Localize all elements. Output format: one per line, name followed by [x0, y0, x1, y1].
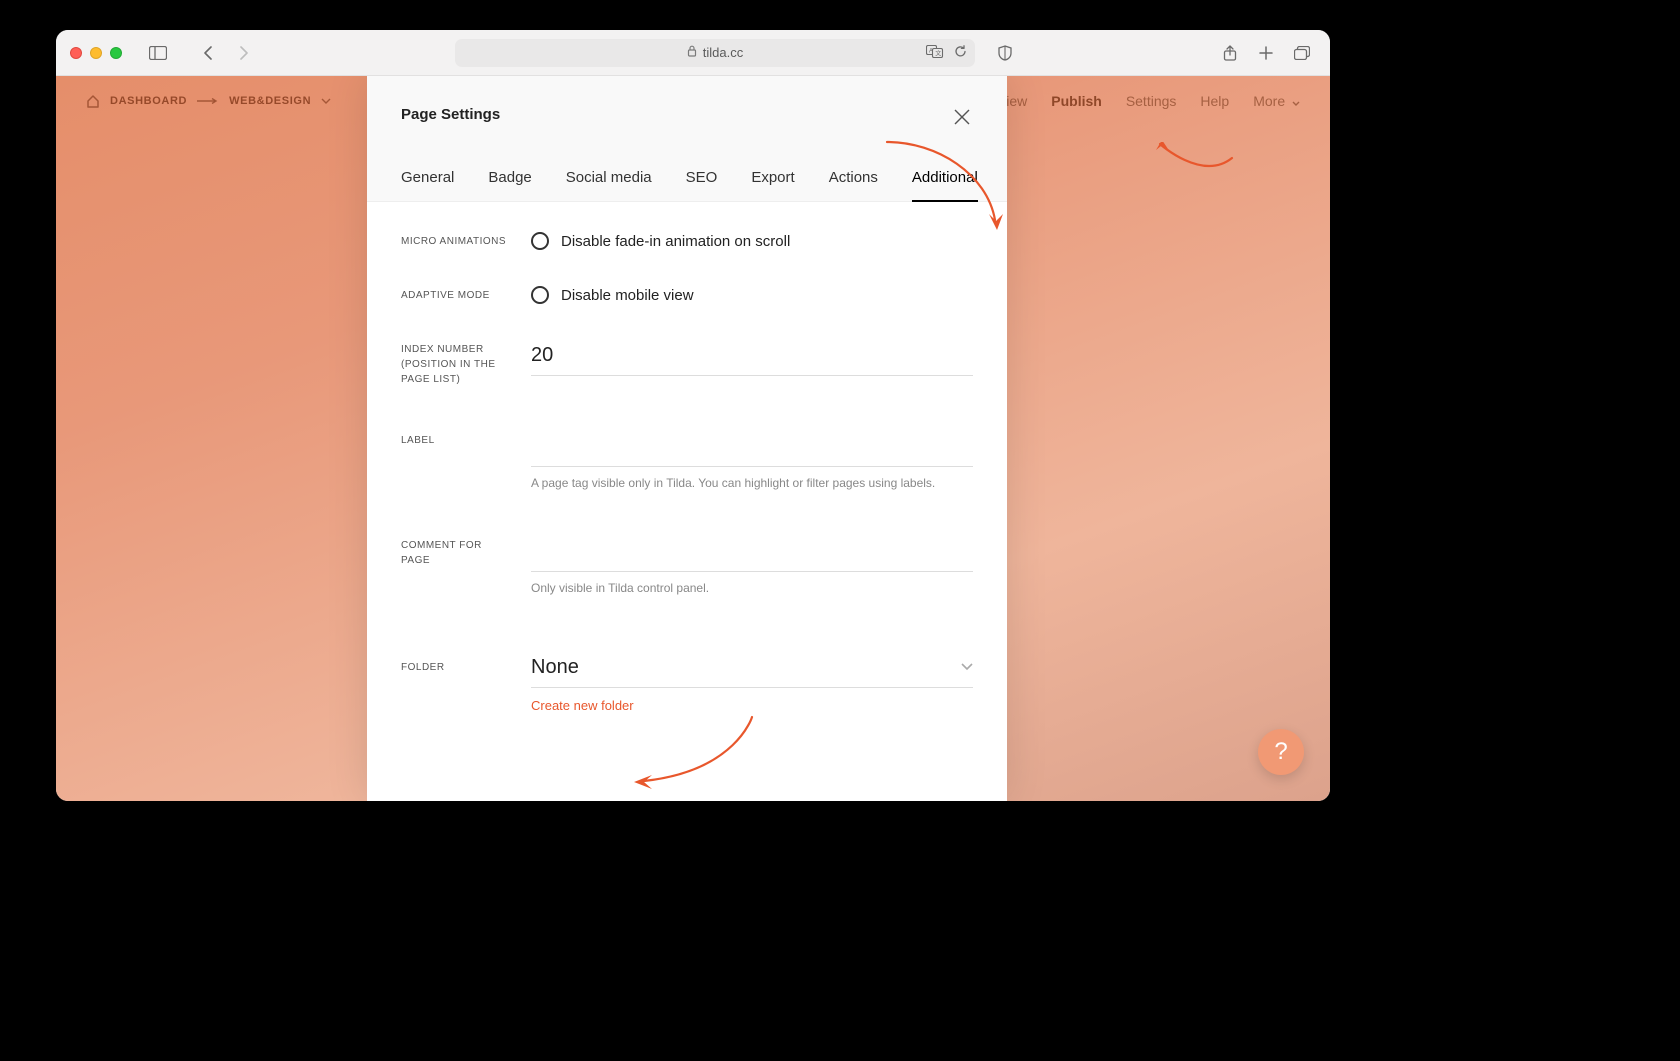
address-bar-host: tilda.cc [703, 45, 743, 60]
modal-tabs: General Badge Social media SEO Export Ac… [367, 143, 1007, 202]
tab-badge[interactable]: Badge [488, 169, 531, 201]
radio-icon [531, 232, 549, 250]
modal-body: MICRO ANIMATIONS Disable fade-in animati… [367, 202, 1007, 801]
page-background: DASHBOARD WEB&DESIGN view Publish Settin… [56, 76, 1330, 801]
help-fab-label: ? [1274, 738, 1287, 766]
translate-icon[interactable]: A文 [926, 45, 944, 61]
close-icon [953, 108, 971, 126]
svg-text:文: 文 [935, 49, 941, 57]
disable-mobile-option[interactable]: Disable mobile view [531, 286, 973, 304]
tab-additional[interactable]: Additional [912, 169, 978, 202]
folder-label: FOLDER [401, 652, 511, 675]
window-zoom-button[interactable] [110, 47, 122, 59]
chevron-down-icon [1292, 101, 1300, 106]
label-label: LABEL [401, 431, 511, 448]
microanimations-label: MICRO ANIMATIONS [401, 232, 511, 249]
disable-fadein-option[interactable]: Disable fade-in animation on scroll [531, 232, 973, 250]
topnav-more-label: More [1253, 93, 1285, 109]
comment-helper: Only visible in Tilda control panel. [531, 580, 973, 597]
nav-back-icon[interactable] [194, 41, 222, 65]
tab-social[interactable]: Social media [566, 169, 652, 201]
disable-fadein-text: Disable fade-in animation on scroll [561, 233, 790, 250]
tabs-overview-icon[interactable] [1288, 41, 1316, 65]
window-close-button[interactable] [70, 47, 82, 59]
label-input[interactable] [531, 431, 973, 467]
adaptive-mode-label: ADAPTIVE MODE [401, 286, 511, 303]
label-helper: A page tag visible only in Tilda. You ca… [531, 475, 973, 492]
folder-value: None [531, 656, 579, 679]
privacy-report-icon[interactable] [991, 41, 1019, 65]
browser-window: tilda.cc A文 [56, 30, 1330, 801]
index-number-input[interactable] [531, 340, 973, 376]
svg-text:A: A [929, 48, 933, 54]
create-new-folder-link[interactable]: Create new folder [531, 698, 634, 713]
topnav-help[interactable]: Help [1200, 93, 1229, 109]
window-minimize-button[interactable] [90, 47, 102, 59]
modal-close-button[interactable] [951, 106, 973, 133]
folder-select[interactable]: None [531, 652, 973, 688]
nav-forward-icon[interactable] [230, 41, 258, 65]
browser-titlebar: tilda.cc A文 [56, 30, 1330, 76]
tab-export[interactable]: Export [751, 169, 794, 201]
breadcrumb-project[interactable]: WEB&DESIGN [229, 95, 311, 107]
new-tab-icon[interactable] [1252, 41, 1280, 65]
tab-actions[interactable]: Actions [829, 169, 878, 201]
topnav-publish[interactable]: Publish [1051, 93, 1102, 109]
modal-title: Page Settings [401, 106, 500, 123]
share-icon[interactable] [1216, 41, 1244, 65]
radio-icon [531, 286, 549, 304]
topnav-more[interactable]: More [1253, 93, 1300, 109]
reload-icon[interactable] [954, 45, 967, 61]
address-bar[interactable]: tilda.cc A文 [455, 39, 975, 67]
topnav-settings[interactable]: Settings [1126, 93, 1177, 109]
comment-input[interactable] [531, 536, 973, 572]
sidebar-toggle-icon[interactable] [144, 41, 172, 65]
tab-general[interactable]: General [401, 169, 454, 201]
page-settings-modal: Page Settings General Badge Social media… [367, 76, 1007, 801]
index-number-label: INDEX NUMBER (POSITION IN THE PAGE LIST) [401, 340, 511, 387]
lock-icon [687, 45, 697, 60]
tab-seo[interactable]: SEO [686, 169, 718, 201]
breadcrumb-arrow-icon [197, 98, 219, 104]
chevron-down-icon [961, 658, 973, 676]
home-icon [86, 95, 100, 108]
breadcrumb-dashboard[interactable]: DASHBOARD [110, 95, 187, 107]
annotation-arrow-settings [1152, 142, 1242, 192]
help-fab-button[interactable]: ? [1258, 729, 1304, 775]
window-controls [70, 47, 122, 59]
comment-label: COMMENT FOR PAGE [401, 536, 511, 568]
chevron-down-icon[interactable] [321, 98, 331, 104]
disable-mobile-text: Disable mobile view [561, 287, 694, 304]
